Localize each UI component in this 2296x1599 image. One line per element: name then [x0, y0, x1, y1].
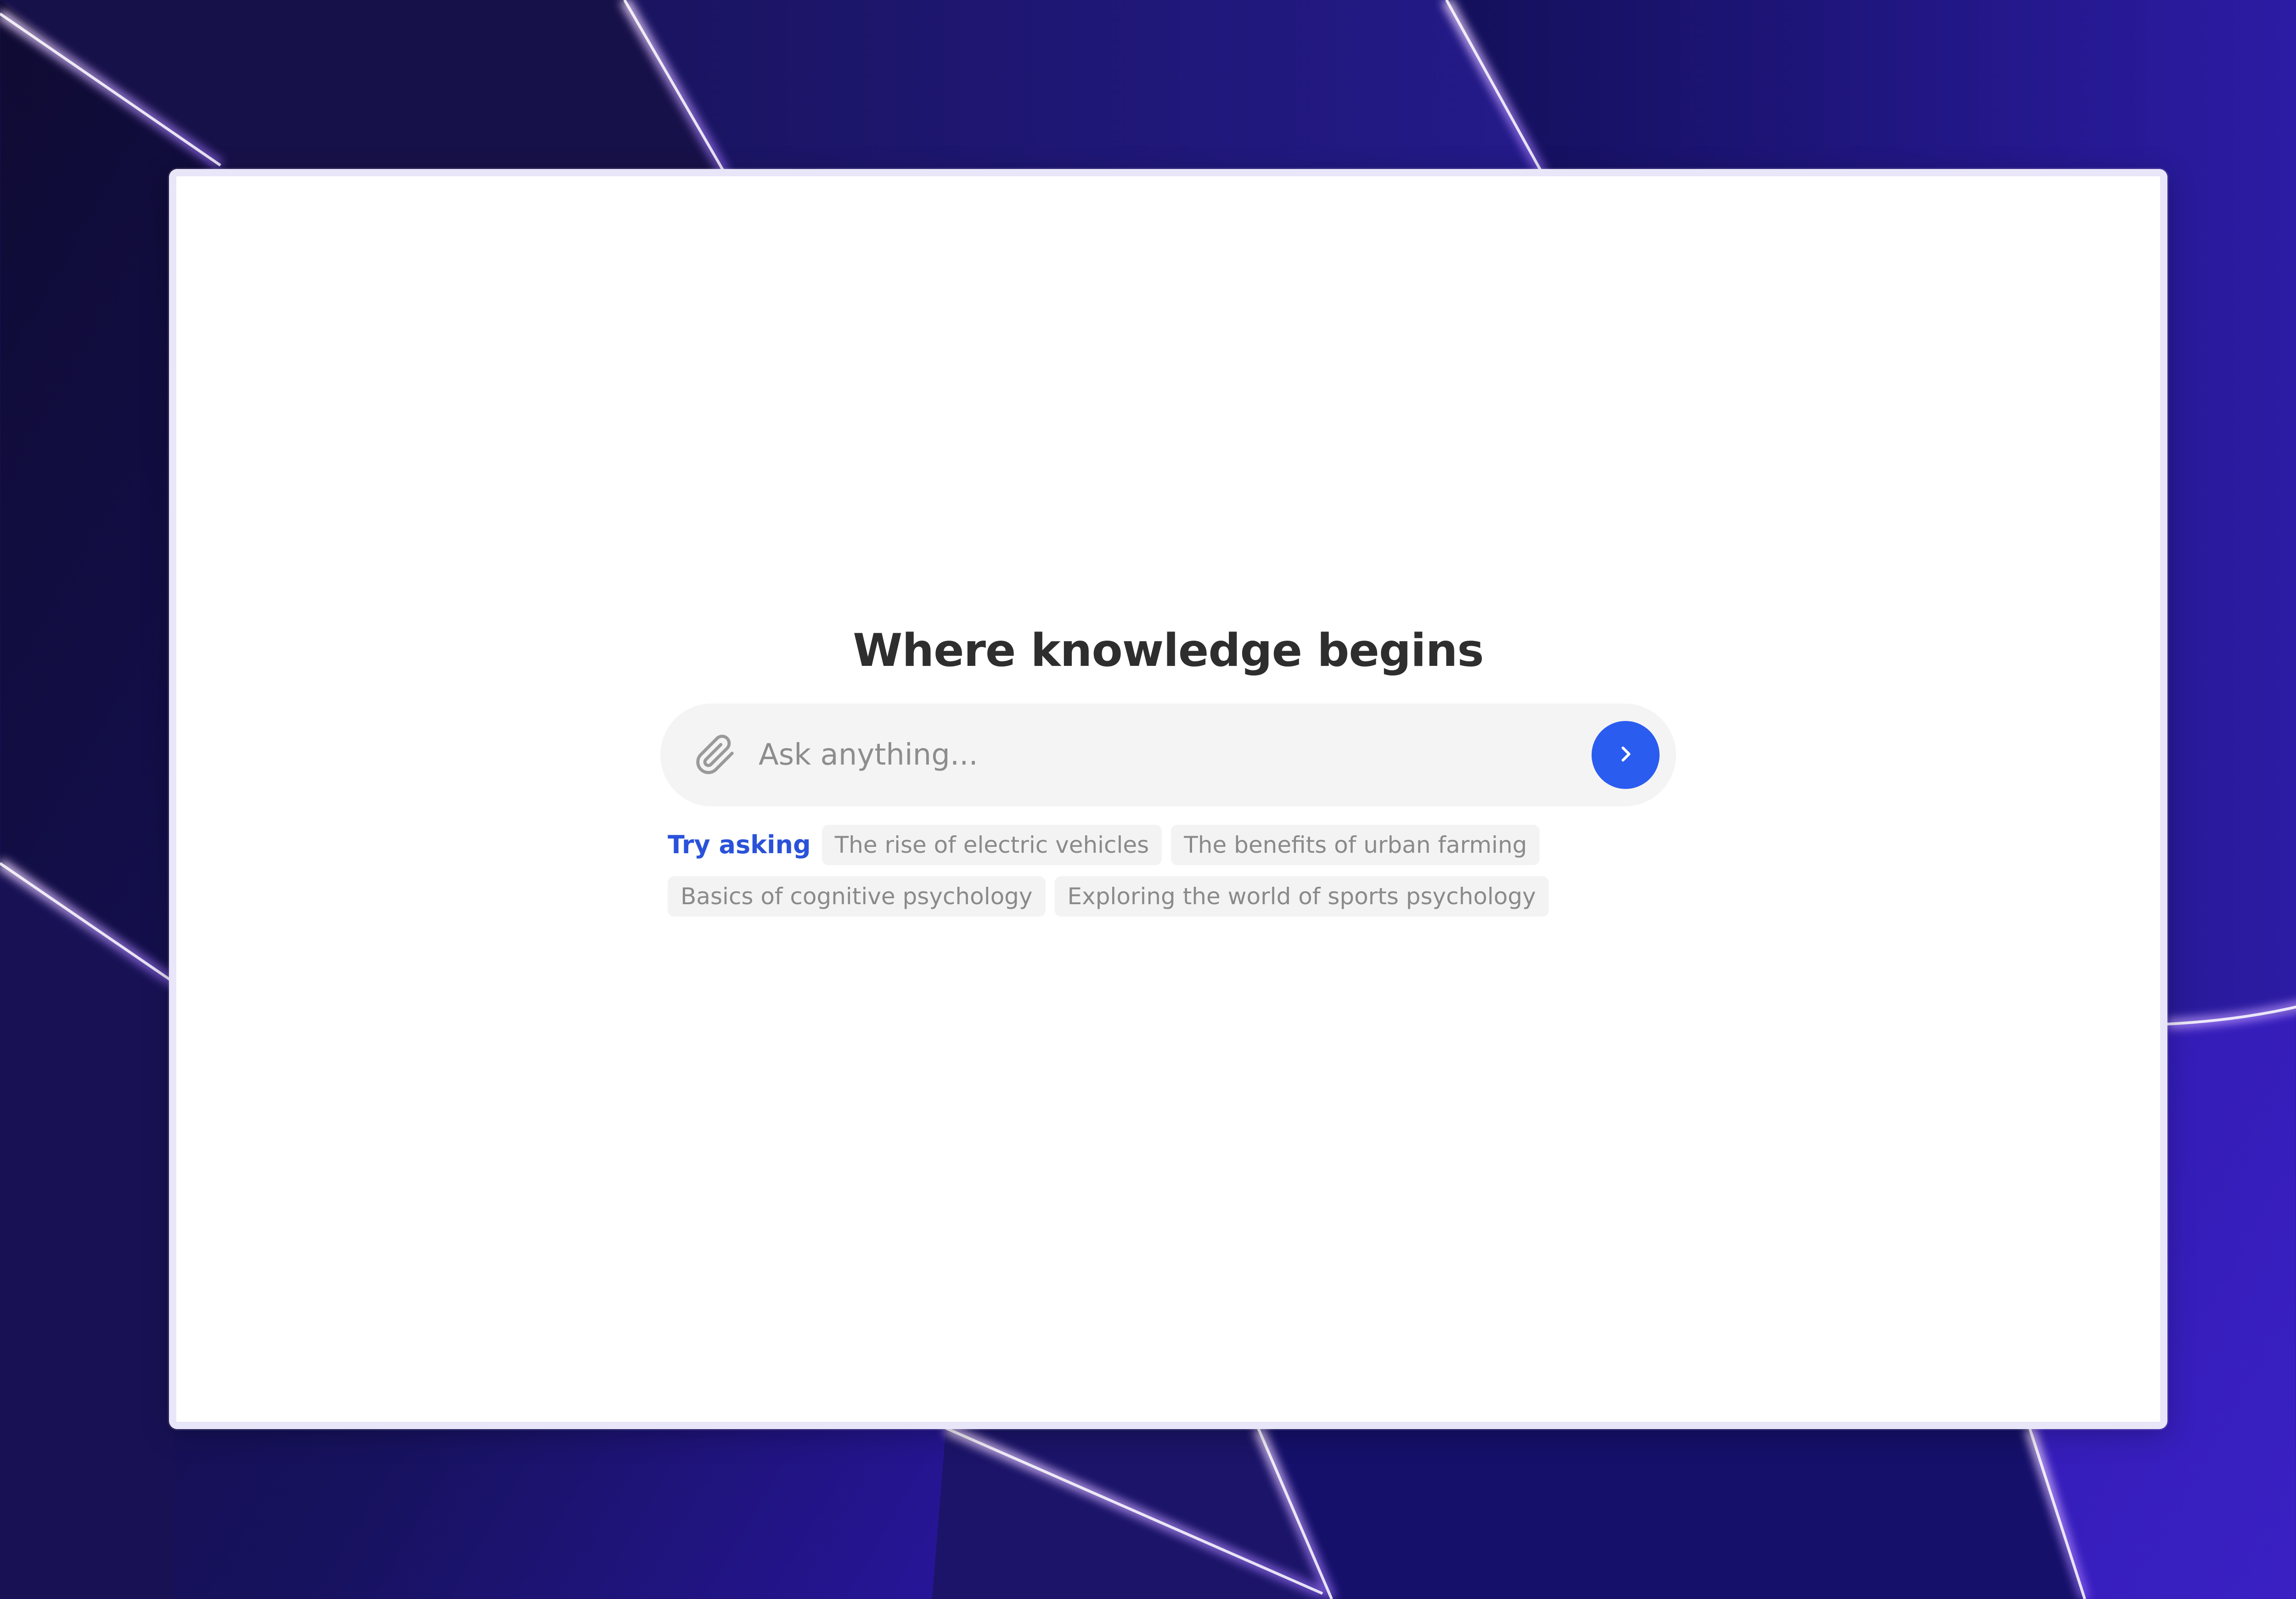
submit-button[interactable] [1592, 721, 1660, 789]
search-bar [660, 703, 1676, 806]
chevron-right-icon [1615, 743, 1636, 766]
app-window: Where knowledge begins Try asking The ri… [169, 169, 2167, 1429]
suggestion-chip[interactable]: The benefits of urban farming [1171, 824, 1540, 865]
page-title: Where knowledge begins [853, 625, 1484, 677]
suggestion-chip[interactable]: Basics of cognitive psychology [668, 876, 1046, 917]
main-content: Where knowledge begins Try asking The ri… [176, 626, 2160, 928]
suggestions: Try asking The rise of electric vehicles… [660, 824, 1676, 928]
paperclip-icon[interactable] [693, 733, 737, 777]
suggestion-chip[interactable]: Exploring the world of sports psychology [1054, 876, 1549, 917]
try-asking-label: Try asking [668, 830, 811, 860]
suggestion-row: Basics of cognitive psychology Exploring… [668, 876, 1676, 917]
suggestion-row: Try asking The rise of electric vehicles… [668, 824, 1676, 865]
search-input[interactable] [758, 722, 1592, 788]
suggestion-chip[interactable]: The rise of electric vehicles [822, 824, 1162, 865]
